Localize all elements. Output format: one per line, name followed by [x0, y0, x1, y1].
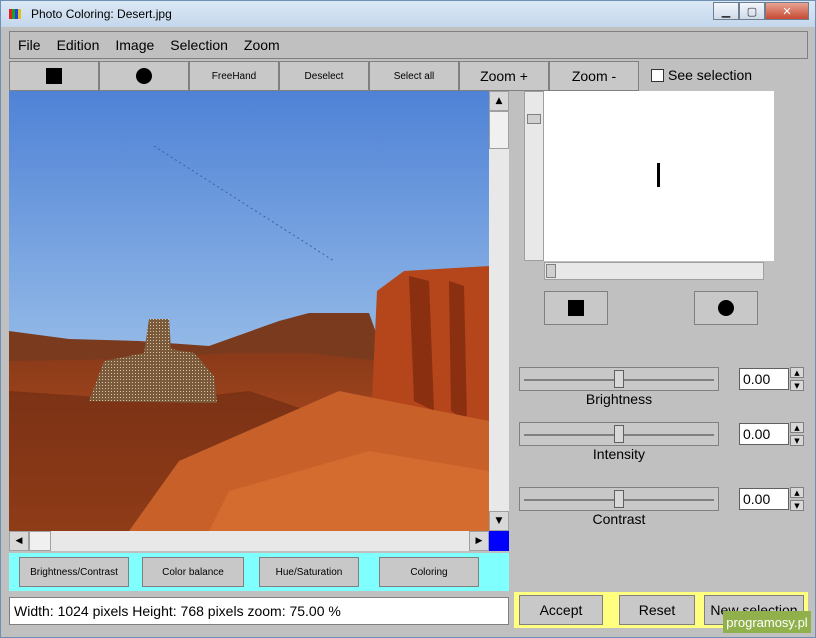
color-indicator [489, 531, 509, 551]
brightness-spinner[interactable]: ▲ ▼ [790, 367, 804, 391]
contrast-value[interactable]: 0.00 [739, 488, 789, 510]
photo-canvas[interactable] [9, 91, 489, 531]
black-square-icon [46, 68, 62, 84]
spin-up-icon[interactable]: ▲ [790, 367, 804, 378]
checkbox-box[interactable] [651, 68, 664, 82]
spin-up-icon[interactable]: ▲ [790, 487, 804, 498]
menu-file[interactable]: File [10, 37, 49, 53]
app-window: Photo Coloring: Desert.jpg ▁ ▢ ✕ File Ed… [0, 0, 816, 638]
see-selection-label: See selection [668, 67, 753, 83]
intensity-label: Intensity [592, 446, 646, 462]
spin-down-icon[interactable]: ▼ [790, 435, 804, 446]
preview-cursor-mark [657, 163, 660, 187]
preview-hscroll-thumb[interactable] [546, 264, 556, 278]
status-bar: Width: 1024 pixels Height: 768 pixels zo… [9, 597, 509, 625]
arrow-down-icon: ▼ [495, 516, 503, 526]
slider-thumb[interactable] [614, 370, 624, 388]
spin-down-icon[interactable]: ▼ [790, 380, 804, 391]
reset-button[interactable]: Reset [619, 595, 695, 625]
window-title: Photo Coloring: Desert.jpg [31, 7, 172, 21]
arrow-up-icon: ▲ [495, 96, 503, 106]
scroll-right-button[interactable]: ▶ [469, 531, 489, 551]
see-selection-checkbox[interactable]: See selection [651, 67, 752, 83]
close-icon: ✕ [782, 4, 792, 18]
contrast-slider[interactable] [519, 487, 719, 511]
toolbar: FreeHand Deselect Select all Zoom + Zoom… [9, 61, 639, 91]
brightness-contrast-button[interactable]: Brightness/Contrast [19, 557, 129, 587]
menu-selection[interactable]: Selection [162, 37, 236, 53]
preview-circle-button[interactable] [694, 291, 758, 325]
menu-bar: File Edition Image Selection Zoom [9, 31, 808, 59]
contrast-spinner[interactable]: ▲ ▼ [790, 487, 804, 511]
preview-vertical-scrollbar[interactable] [524, 91, 544, 261]
hue-saturation-button[interactable]: Hue/Saturation [259, 557, 359, 587]
slider-thumb[interactable] [614, 490, 624, 508]
preview-square-button[interactable] [544, 291, 608, 325]
arrow-right-icon: ▶ [475, 536, 483, 546]
deselect-button[interactable]: Deselect [279, 61, 369, 91]
selection-preview [544, 91, 774, 261]
spin-up-icon[interactable]: ▲ [790, 422, 804, 433]
brightness-label: Brightness [585, 391, 653, 407]
black-circle-icon [718, 300, 734, 316]
zoom-in-button[interactable]: Zoom + [459, 61, 549, 91]
arrow-left-icon: ◀ [15, 536, 23, 546]
contrast-label: Contrast [592, 511, 646, 527]
horizontal-scroll-thumb[interactable] [29, 531, 51, 551]
menu-edition[interactable]: Edition [49, 37, 108, 53]
intensity-value[interactable]: 0.00 [739, 423, 789, 445]
preview-vscroll-thumb[interactable] [527, 114, 541, 124]
title-bar[interactable]: Photo Coloring: Desert.jpg ▁ ▢ ✕ [1, 1, 815, 27]
square-select-button[interactable] [9, 61, 99, 91]
image-horizontal-scrollbar[interactable]: ◀ ▶ [9, 531, 489, 551]
desert-photo [9, 91, 489, 531]
slider-thumb[interactable] [614, 425, 624, 443]
select-all-button[interactable]: Select all [369, 61, 459, 91]
spin-down-icon[interactable]: ▼ [790, 500, 804, 511]
circle-select-button[interactable] [99, 61, 189, 91]
black-circle-icon [136, 68, 152, 84]
brightness-slider[interactable] [519, 367, 719, 391]
maximize-icon: ▢ [746, 4, 758, 18]
color-balance-button[interactable]: Color balance [142, 557, 244, 587]
menu-zoom[interactable]: Zoom [236, 37, 288, 53]
watermark-badge: programosy.pl [723, 611, 811, 633]
vertical-scroll-thumb[interactable] [489, 111, 509, 149]
intensity-slider[interactable] [519, 422, 719, 446]
minimize-button[interactable]: ▁ [713, 2, 739, 20]
freehand-button[interactable]: FreeHand [189, 61, 279, 91]
intensity-spinner[interactable]: ▲ ▼ [790, 422, 804, 446]
brightness-value[interactable]: 0.00 [739, 368, 789, 390]
maximize-button[interactable]: ▢ [739, 2, 765, 20]
scroll-up-button[interactable]: ▲ [489, 91, 509, 111]
scroll-down-button[interactable]: ▼ [489, 511, 509, 531]
minimize-icon: ▁ [721, 4, 731, 18]
image-vertical-scrollbar[interactable]: ▲ ▼ [489, 91, 509, 531]
coloring-button[interactable]: Coloring [379, 557, 479, 587]
menu-image[interactable]: Image [107, 37, 162, 53]
accept-button[interactable]: Accept [519, 595, 603, 625]
app-icon [9, 9, 21, 19]
close-button[interactable]: ✕ [765, 2, 809, 20]
preview-horizontal-scrollbar[interactable] [544, 262, 764, 280]
black-square-icon [568, 300, 584, 316]
zoom-out-button[interactable]: Zoom - [549, 61, 639, 91]
scroll-left-button[interactable]: ◀ [9, 531, 29, 551]
